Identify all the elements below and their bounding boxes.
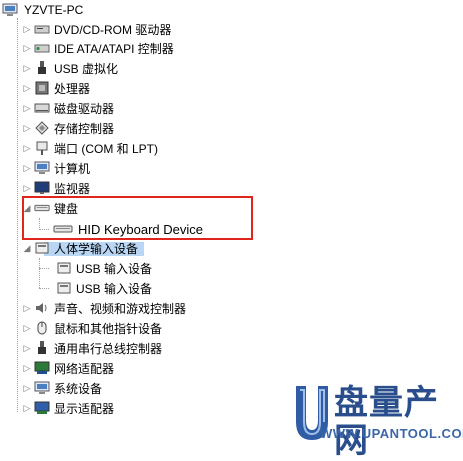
tree-item-ide[interactable]: ▷ IDE ATA/ATAPI 控制器: [24, 38, 174, 58]
tree-item-label: 处理器: [54, 81, 91, 96]
tree-item-label: 端口 (COM 和 LPT): [54, 141, 158, 156]
storage-controller-icon: [34, 120, 50, 136]
tree-guide-line: [39, 258, 40, 288]
tree-root-label: YZVTE-PC: [24, 3, 84, 17]
tree-guide-line: [39, 288, 49, 289]
dvd-drive-icon: [34, 21, 50, 37]
watermark-url: WWW.UPANTOOL.COM: [320, 426, 463, 441]
mouse-icon: [34, 320, 50, 336]
expand-arrow-icon[interactable]: ▷: [23, 383, 31, 393]
tree-item-usb-virtual[interactable]: ▷ USB 虚拟化: [24, 58, 118, 78]
tree-item-label: 鼠标和其他指针设备: [54, 321, 163, 336]
tree-item-display[interactable]: ▷ 显示适配器: [24, 398, 114, 418]
expand-arrow-icon[interactable]: ▷: [23, 43, 31, 53]
usb-icon: [34, 340, 50, 356]
collapse-arrow-icon[interactable]: ◢: [23, 243, 31, 253]
monitor-icon: [34, 180, 50, 196]
tree-item-label: 存储控制器: [54, 121, 115, 136]
tree-item-label: 显示适配器: [54, 401, 115, 416]
tree-item-usb-controllers[interactable]: ▷ 通用串行总线控制器: [24, 338, 162, 358]
tree-item-label: 计算机: [54, 161, 91, 176]
expand-arrow-icon[interactable]: ▷: [23, 24, 31, 34]
tree-item-computer[interactable]: ▷ 计算机: [24, 158, 90, 178]
network-adapter-icon: [34, 360, 50, 376]
tree-item-mouse[interactable]: ▷ 鼠标和其他指针设备: [24, 318, 162, 338]
expand-arrow-icon[interactable]: ▷: [23, 83, 31, 93]
expand-arrow-icon[interactable]: ▷: [23, 123, 31, 133]
tree-item-label: 监视器: [54, 181, 91, 196]
expand-arrow-icon[interactable]: ▷: [23, 63, 31, 73]
expand-arrow-icon[interactable]: ▷: [23, 403, 31, 413]
tree-item-disk[interactable]: ▷ 磁盘驱动器: [24, 98, 114, 118]
computer-icon: [2, 2, 18, 18]
tree-item-dvd[interactable]: ▷ DVD/CD-ROM 驱动器: [23, 19, 172, 39]
expand-arrow-icon[interactable]: ▷: [23, 323, 31, 333]
watermark-brand: 盘量产网: [334, 383, 439, 461]
tree-item-label: USB 虚拟化: [54, 61, 119, 76]
tree-item-network[interactable]: ▷ 网络适配器: [24, 358, 114, 378]
expand-arrow-icon[interactable]: ▷: [23, 363, 31, 373]
expand-arrow-icon[interactable]: ▷: [23, 183, 31, 193]
tree-item-usb-input-2[interactable]: USB 输入设备: [56, 278, 152, 298]
expand-arrow-icon[interactable]: ▷: [23, 103, 31, 113]
tree-item-processor[interactable]: ▷ 处理器: [24, 78, 90, 98]
tree-item-label: 通用串行总线控制器: [54, 341, 163, 356]
speaker-icon: [34, 300, 50, 316]
tree-item-label: 磁盘驱动器: [54, 101, 115, 116]
hid-icon: [34, 240, 50, 256]
tree-item-label: 网络适配器: [54, 361, 115, 376]
usb-icon: [34, 60, 50, 76]
disk-drive-icon: [34, 100, 50, 116]
tree-item-label: 系统设备: [54, 381, 103, 396]
tree-item-label: USB 输入设备: [76, 261, 153, 276]
expand-arrow-icon[interactable]: ▷: [23, 343, 31, 353]
computer-icon: [34, 160, 50, 176]
expand-arrow-icon[interactable]: ▷: [23, 163, 31, 173]
port-icon: [34, 140, 50, 156]
expand-arrow-icon[interactable]: ▷: [23, 143, 31, 153]
annotation-highlight-box: [22, 196, 253, 240]
tree-item-usb-input-1[interactable]: USB 输入设备: [56, 258, 152, 278]
tree-item-monitor[interactable]: ▷ 监视器: [24, 178, 90, 198]
device-manager-tree: YZVTE-PC ▷ DVD/CD-ROM 驱动器 ▷ IDE ATA/ATAP…: [0, 0, 463, 460]
tree-item-sound[interactable]: ▷ 声音、视频和游戏控制器: [24, 298, 186, 318]
hid-icon: [56, 260, 72, 276]
tree-item-storage[interactable]: ▷ 存储控制器: [24, 118, 114, 138]
tree-guide-line: [39, 268, 49, 269]
hid-icon: [56, 280, 72, 296]
tree-item-ports[interactable]: ▷ 端口 (COM 和 LPT): [24, 138, 158, 158]
tree-item-label: 声音、视频和游戏控制器: [54, 301, 187, 316]
tree-item-label: 人体学输入设备: [54, 241, 139, 256]
system-device-icon: [34, 380, 50, 396]
processor-icon: [34, 80, 50, 96]
watermark: 盘量产网 WWW.UPANTOOL.COM: [290, 380, 463, 460]
expand-arrow-icon[interactable]: ▷: [23, 303, 31, 313]
tree-item-system[interactable]: ▷ 系统设备: [24, 378, 102, 398]
ide-controller-icon: [34, 40, 50, 56]
tree-item-hid[interactable]: ◢ 人体学输入设备: [24, 238, 138, 258]
display-adapter-icon: [34, 400, 50, 416]
tree-root[interactable]: YZVTE-PC: [0, 0, 83, 20]
tree-item-label: IDE ATA/ATAPI 控制器: [54, 41, 174, 56]
tree-guide-line: [17, 18, 18, 412]
tree-item-label: USB 输入设备: [76, 281, 153, 296]
tree-item-label: DVD/CD-ROM 驱动器: [54, 22, 172, 37]
